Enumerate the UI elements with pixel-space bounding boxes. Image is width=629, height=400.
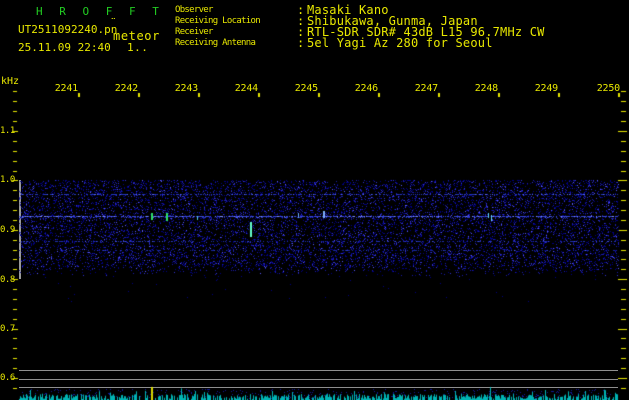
x-tick-label-2250: 2250 — [596, 83, 620, 94]
observation-datetime: 25.11.09 22:40 — [18, 41, 111, 54]
x-tick-label-2241: 2241 — [54, 83, 78, 94]
y-tick-label-0.6: 0.6 — [0, 373, 15, 383]
info-value: 5el Yagi Az 280 for Seoul — [307, 36, 493, 50]
x-tick-label-2247: 2247 — [414, 83, 438, 94]
y-tick-label-0.7: 0.7 — [0, 324, 15, 334]
info-colon: : — [297, 36, 305, 50]
info-row-receiving-antenna: Receiving Antenna:5el Yagi Az 280 for Se… — [175, 36, 493, 50]
info-label: Observer — [175, 5, 213, 15]
x-tick-label-2246: 2246 — [354, 83, 378, 94]
info-label: Receiving Antenna — [175, 38, 256, 48]
y-tick-label-1.1: 1.1 — [0, 126, 15, 136]
x-tick-label-2244: 2244 — [234, 83, 258, 94]
x-tick-label-2248: 2248 — [474, 83, 498, 94]
y-axis-unit-label: kHz — [1, 76, 20, 87]
y-tick-label-1.0: 1.0 — [0, 175, 15, 185]
x-tick-label-2243: 2243 — [174, 83, 198, 94]
x-tick-label-2242: 2242 — [114, 83, 138, 94]
x-tick-label-2245: 2245 — [294, 83, 318, 94]
spectrogram-canvas — [0, 0, 629, 400]
hrofft-output-image: H R O F F T UT2511092240.pn ¨ meteor 25.… — [0, 0, 629, 400]
echo-count-indicator: 1.. — [127, 41, 149, 54]
y-tick-label-0.9: 0.9 — [0, 225, 15, 235]
filename-tail-dots: ¨ — [110, 16, 117, 29]
y-tick-label-0.8: 0.8 — [0, 275, 15, 285]
info-label: Receiver — [175, 27, 213, 37]
output-filename: UT2511092240.pn — [18, 23, 118, 36]
x-tick-label-2249: 2249 — [534, 83, 558, 94]
info-label: Receiving Location — [175, 16, 261, 26]
app-title: H R O F F T — [36, 5, 164, 18]
